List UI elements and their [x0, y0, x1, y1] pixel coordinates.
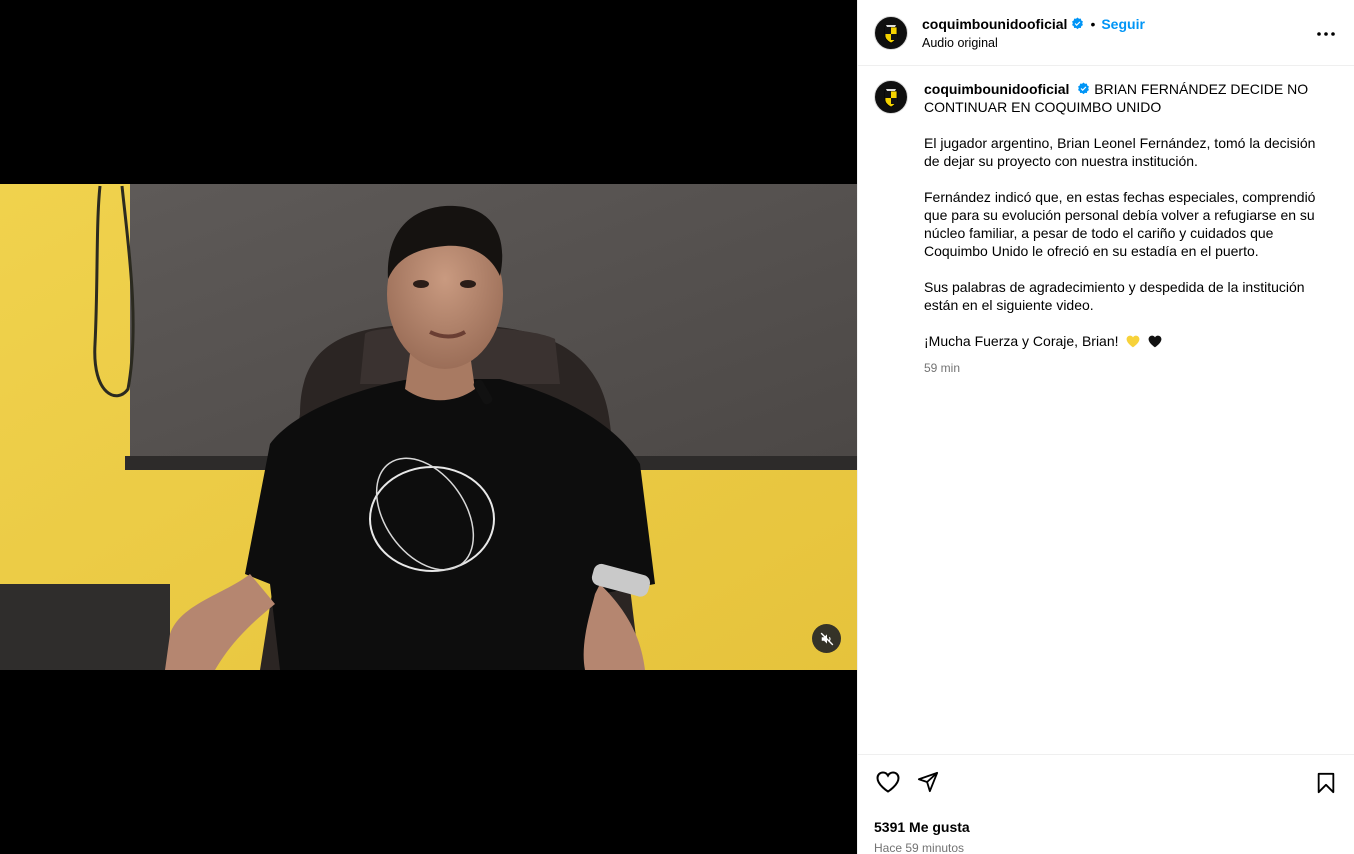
club-crest-icon: [876, 17, 906, 48]
caption-paragraph: Sus palabras de agradecimiento y despedi…: [924, 279, 1305, 313]
like-button[interactable]: [874, 768, 902, 796]
video-frame: [0, 184, 857, 670]
caption-closing-line: ¡Mucha Fuerza y Coraje, Brian!: [924, 332, 1316, 350]
post-timestamp[interactable]: Hace 59 minutos: [874, 841, 1338, 854]
header-text: coquimbounidooficial • Seguir Audio orig…: [922, 16, 1145, 50]
post-actions: 5391 Me gusta Hace 59 minutos: [858, 754, 1354, 854]
more-options-icon: [1317, 32, 1335, 36]
verified-badge-icon: [1072, 17, 1084, 30]
black-heart-icon: [1148, 335, 1162, 348]
media-area: [0, 0, 857, 854]
club-crest-icon: [876, 82, 906, 112]
post-side-panel: coquimbounidooficial • Seguir Audio orig…: [857, 0, 1354, 854]
caption-avatar[interactable]: [874, 80, 908, 114]
muted-speaker-icon: [820, 632, 833, 645]
action-icons: [874, 767, 1338, 797]
separator-dot: •: [1090, 15, 1096, 32]
audio-link[interactable]: Audio original: [922, 36, 1145, 50]
avatar[interactable]: [874, 15, 908, 50]
heart-icon: [876, 771, 900, 793]
username-link[interactable]: coquimbounidooficial: [922, 16, 1067, 32]
likes-count[interactable]: 5391 Me gusta: [874, 819, 1338, 835]
instagram-post: coquimbounidooficial • Seguir Audio orig…: [0, 0, 1354, 854]
caption-paragraph: El jugador argentino, Brian Leonel Ferná…: [924, 135, 1316, 169]
caption-paragraph: Fernández indicó que, en estas fechas es…: [924, 189, 1316, 259]
follow-button[interactable]: Seguir: [1101, 16, 1145, 32]
comments-section: coquimbounidooficial BRIAN FERNÁNDEZ DEC…: [858, 66, 1354, 754]
video-player[interactable]: [0, 184, 857, 670]
caption-timestamp: 59 min: [924, 361, 961, 375]
share-button[interactable]: [914, 768, 942, 796]
caption: coquimbounidooficial BRIAN FERNÁNDEZ DEC…: [874, 80, 1338, 377]
mute-toggle-button[interactable]: [812, 624, 841, 653]
header-user-line: coquimbounidooficial • Seguir: [922, 16, 1145, 32]
caption-headline-line: coquimbounidooficial BRIAN FERNÁNDEZ DEC…: [924, 80, 1316, 116]
caption-closing: ¡Mucha Fuerza y Coraje, Brian!: [924, 333, 1119, 349]
save-button[interactable]: [1312, 769, 1340, 797]
bookmark-icon: [1317, 772, 1335, 794]
caption-username[interactable]: coquimbounidooficial: [924, 81, 1069, 97]
share-icon: [917, 771, 939, 793]
post-header: coquimbounidooficial • Seguir Audio orig…: [858, 0, 1354, 66]
yellow-heart-icon: [1127, 335, 1140, 348]
verified-badge-icon: [1078, 82, 1090, 95]
more-options-button[interactable]: [1314, 22, 1338, 46]
caption-text: coquimbounidooficial BRIAN FERNÁNDEZ DEC…: [924, 80, 1316, 377]
